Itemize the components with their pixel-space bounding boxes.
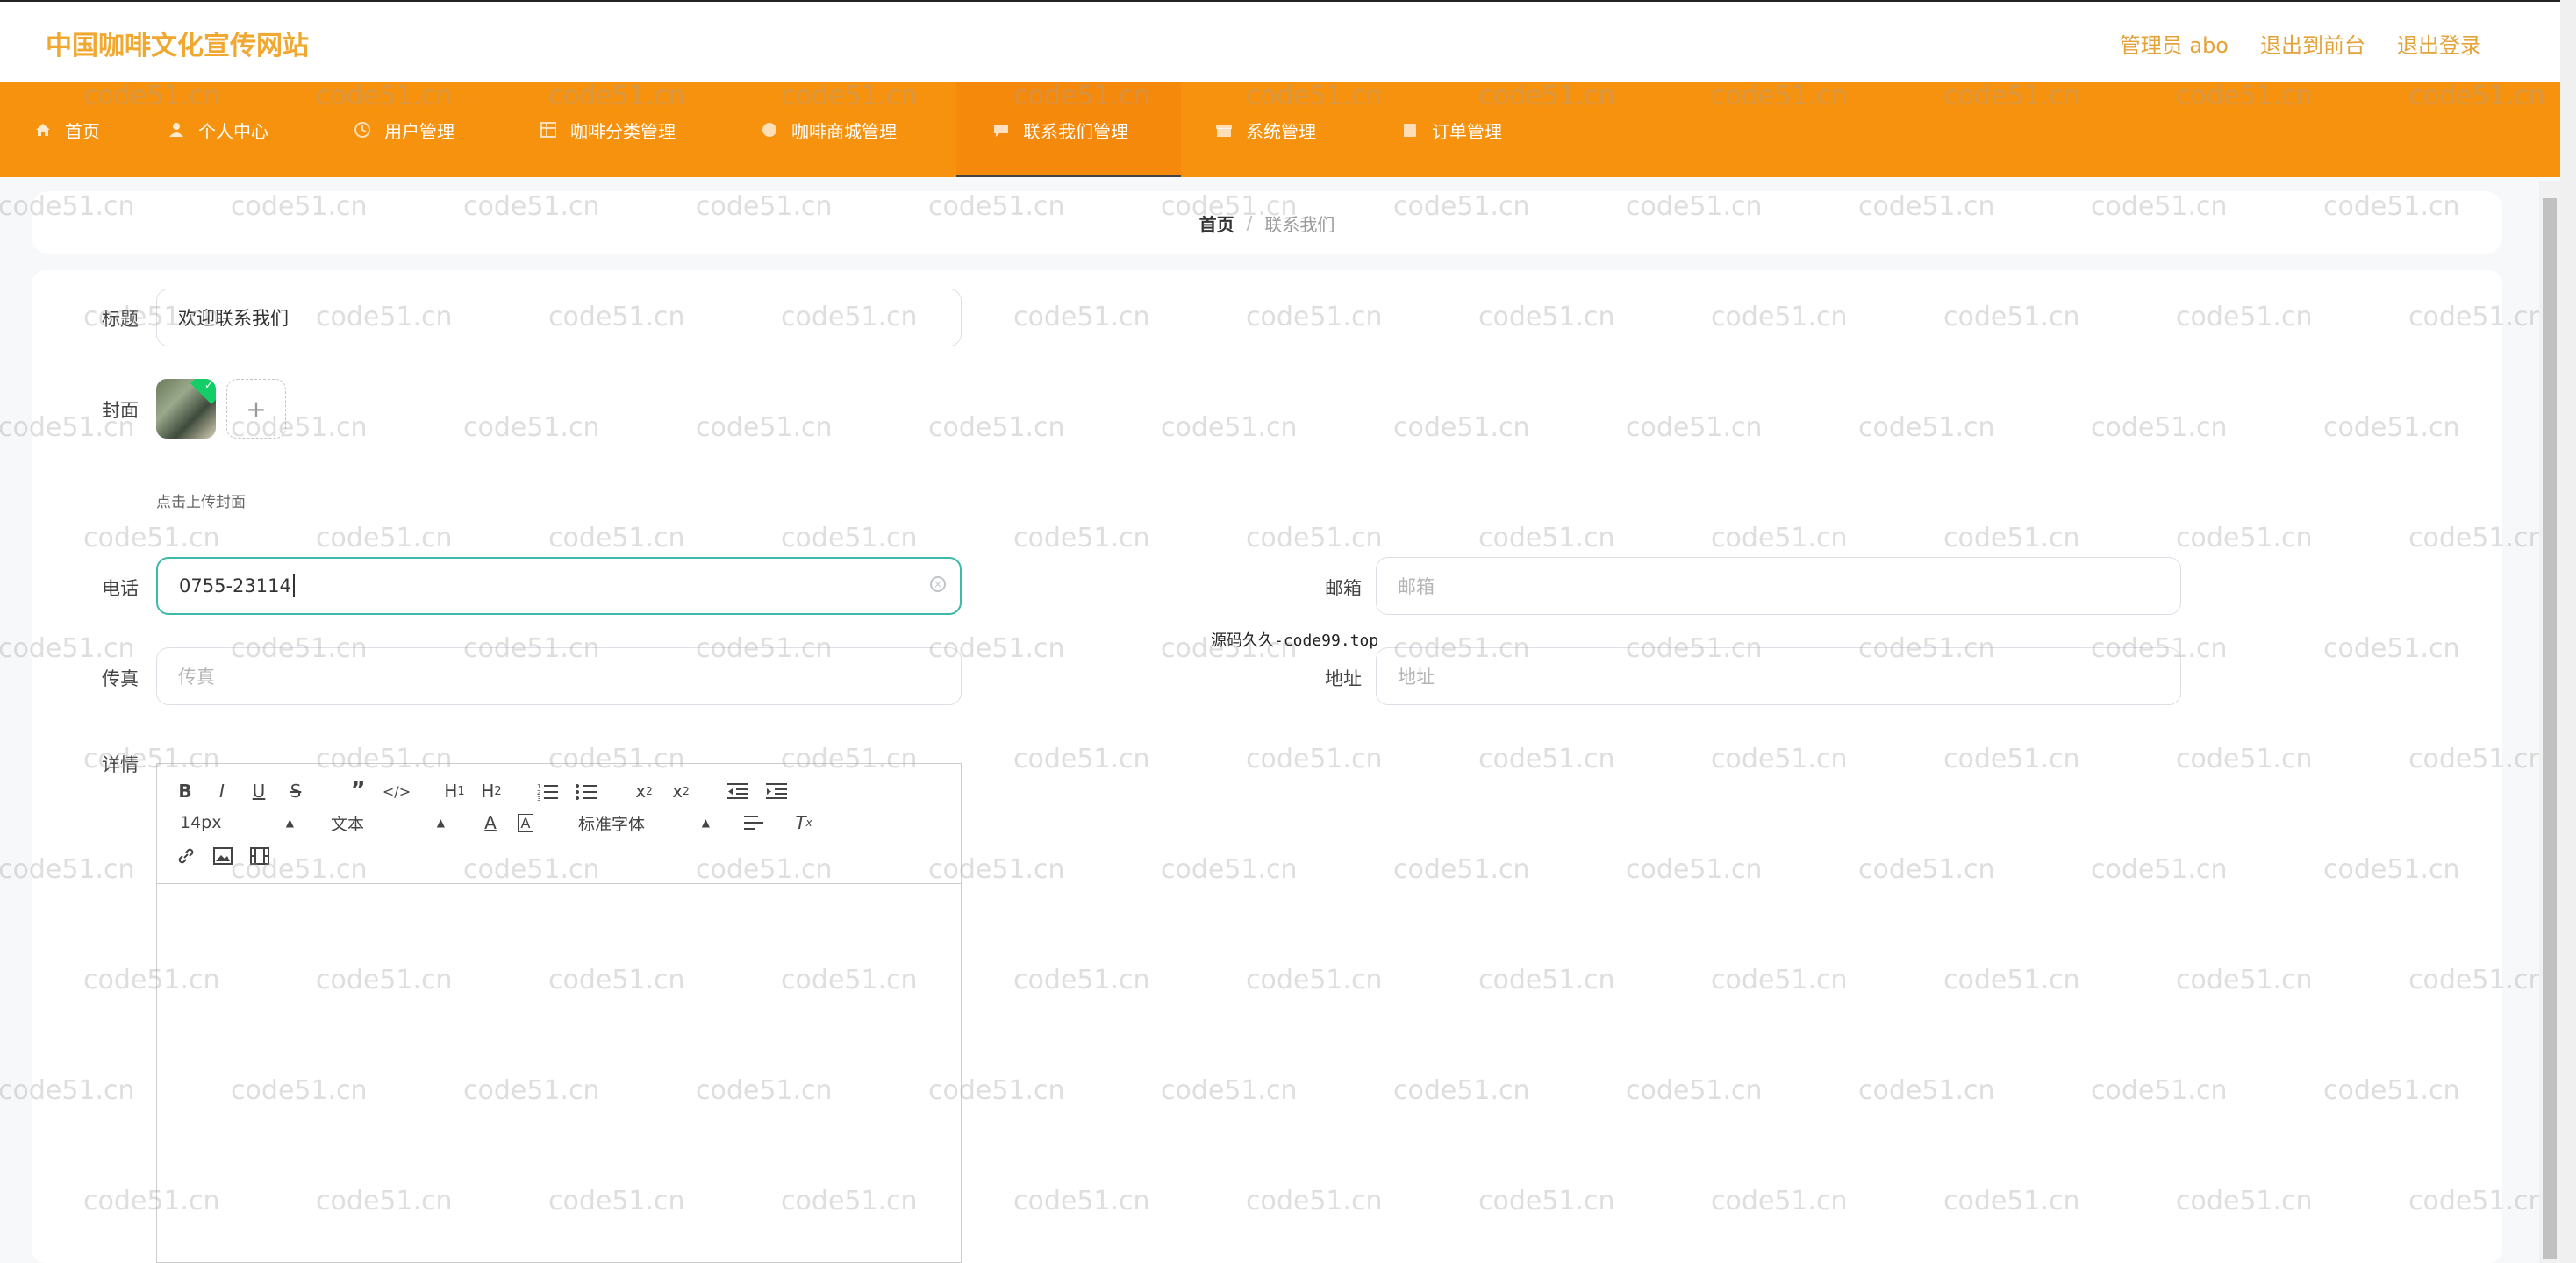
- nav-item-orders[interactable]: 订单管理: [1385, 82, 1518, 177]
- heading1-icon[interactable]: H1: [440, 778, 469, 804]
- check-icon: ✓: [204, 379, 213, 391]
- main-nav: 首页 个人中心 用户管理 咖啡分类管理 咖啡商城管理 联系我们管理 系统管理 订…: [0, 82, 2560, 177]
- editor-toolbar: B I U S ” </> H1 H2 123 x2 x2 14px ▲ 文本 …: [157, 764, 961, 884]
- font-family-value: 标准字体: [578, 814, 646, 834]
- ordered-list-icon[interactable]: 123: [534, 778, 561, 804]
- outdent-icon[interactable]: [726, 778, 750, 804]
- address-input[interactable]: 地址: [1376, 647, 2181, 705]
- detail-label: 详情: [102, 754, 139, 775]
- nav-label: 个人中心: [198, 120, 268, 142]
- image-icon[interactable]: [211, 843, 234, 869]
- background-color-icon[interactable]: A: [513, 810, 538, 836]
- breadcrumb-separator: /: [1246, 212, 1253, 233]
- email-placeholder: 邮箱: [1398, 576, 1435, 597]
- fax-placeholder: 传真: [178, 667, 215, 688]
- address-placeholder: 地址: [1398, 667, 1435, 688]
- site-title: 中国咖啡文化宣传网站: [46, 31, 309, 61]
- top-header: 中国咖啡文化宣传网站 管理员 abo 退出到前台 退出登录: [0, 0, 2560, 84]
- title-input[interactable]: 欢迎联系我们: [156, 289, 962, 346]
- title-label: 标题: [102, 309, 139, 330]
- header-links: 管理员 abo 退出到前台 退出登录: [2120, 28, 2481, 59]
- subscript-icon[interactable]: x2: [631, 778, 657, 804]
- strikethrough-icon[interactable]: S: [285, 778, 306, 804]
- logout-link[interactable]: 退出登录: [2397, 28, 2481, 59]
- phone-label: 电话: [102, 578, 139, 599]
- italic-icon[interactable]: I: [211, 778, 233, 804]
- chat-icon: [991, 120, 1011, 139]
- nav-item-contact[interactable]: 联系我们管理: [956, 82, 1181, 177]
- font-family-select[interactable]: 标准字体 ▲: [578, 810, 710, 836]
- editor-body[interactable]: [157, 884, 961, 1263]
- box-icon: [1400, 120, 1420, 139]
- nav-label: 订单管理: [1432, 120, 1502, 142]
- nav-item-system[interactable]: 系统管理: [1199, 82, 1332, 177]
- admin-user-link[interactable]: 管理员 abo: [2120, 28, 2229, 59]
- nav-label: 咖啡商城管理: [791, 120, 897, 142]
- plus-icon: +: [246, 394, 267, 424]
- indent-icon[interactable]: [764, 778, 789, 804]
- cover-label: 封面: [102, 400, 139, 421]
- scrollbar-thumb[interactable]: [2543, 198, 2557, 1259]
- select-arrows-icon: ▲: [701, 817, 710, 829]
- clear-format-icon[interactable]: Tx: [791, 810, 817, 836]
- breadcrumb-current: 联系我们: [1264, 213, 1335, 235]
- select-arrows-icon: ▲: [285, 817, 294, 829]
- nav-item-users[interactable]: 用户管理: [337, 82, 470, 177]
- align-icon[interactable]: [741, 810, 766, 836]
- home-icon: [33, 120, 53, 139]
- cover-upload-button[interactable]: +: [226, 379, 286, 439]
- cover-upload-hint: 点击上传封面: [156, 494, 246, 511]
- link-icon[interactable]: [175, 843, 197, 869]
- cover-thumbnail[interactable]: ✓: [156, 379, 216, 439]
- nav-item-profile[interactable]: 个人中心: [151, 82, 284, 177]
- nav-label: 用户管理: [384, 120, 454, 142]
- font-color-icon[interactable]: A: [478, 810, 503, 836]
- fax-input[interactable]: 传真: [156, 647, 962, 705]
- font-size-select[interactable]: 14px ▲: [180, 810, 294, 836]
- nav-label: 系统管理: [1246, 120, 1316, 142]
- front-site-link[interactable]: 退出到前台: [2260, 28, 2365, 59]
- title-input-value: 欢迎联系我们: [178, 308, 289, 329]
- bold-icon[interactable]: B: [175, 778, 196, 804]
- nav-label: 联系我们管理: [1023, 120, 1128, 142]
- nav-item-coffee-shop[interactable]: 咖啡商城管理: [744, 82, 912, 177]
- email-input[interactable]: 邮箱: [1376, 557, 2181, 615]
- heading2-icon[interactable]: H2: [476, 778, 506, 804]
- rich-text-editor: B I U S ” </> H1 H2 123 x2 x2 14px ▲ 文本 …: [156, 763, 962, 1263]
- page-scrollbar[interactable]: [2560, 0, 2576, 1263]
- underline-icon[interactable]: U: [248, 778, 269, 804]
- text-caret: [292, 574, 295, 597]
- email-label: 邮箱: [1325, 578, 1362, 599]
- nav-item-home[interactable]: 首页: [18, 82, 116, 177]
- fax-label: 传真: [102, 668, 139, 689]
- nav-label: 咖啡分类管理: [570, 120, 676, 142]
- user-icon: [167, 120, 186, 139]
- code-icon[interactable]: </>: [382, 778, 411, 804]
- video-icon[interactable]: [248, 843, 271, 869]
- svg-text:3: 3: [537, 796, 540, 801]
- nav-label: 首页: [65, 120, 100, 142]
- source-watermark: 源码久久-code99.top: [1211, 632, 1379, 650]
- superscript-icon[interactable]: x2: [668, 778, 694, 804]
- font-size-value: 14px: [180, 813, 222, 832]
- breadcrumb-home[interactable]: 首页: [1199, 210, 1234, 236]
- blockquote-icon[interactable]: ”: [345, 778, 371, 804]
- clock-icon: [353, 120, 372, 139]
- circle-icon: [760, 120, 779, 139]
- nav-item-coffee-category[interactable]: 咖啡分类管理: [523, 82, 691, 177]
- select-arrows-icon: ▲: [436, 817, 445, 829]
- bullet-list-icon[interactable]: [573, 778, 599, 804]
- grid-icon: [539, 120, 558, 139]
- breadcrumb: 首页 / 联系我们: [32, 191, 2502, 254]
- phone-input-value: 0755-23114: [179, 575, 291, 596]
- phone-input[interactable]: 0755-23114 ×: [156, 557, 962, 615]
- block-format-value: 文本: [331, 814, 365, 834]
- clear-icon[interactable]: ×: [930, 576, 946, 592]
- address-label: 地址: [1325, 668, 1362, 689]
- block-format-select[interactable]: 文本 ▲: [331, 810, 445, 836]
- gift-icon: [1214, 120, 1234, 139]
